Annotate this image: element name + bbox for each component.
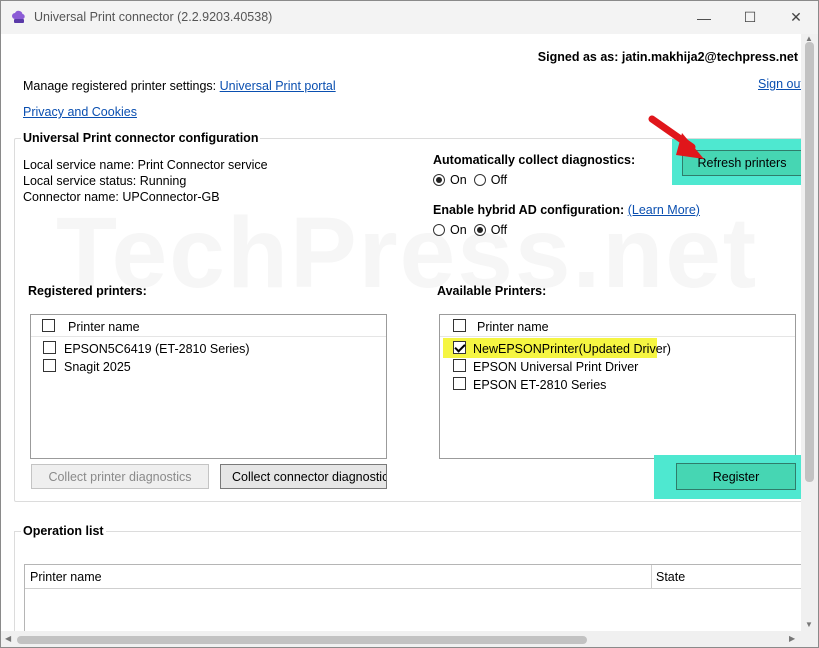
operation-column-state[interactable]: State [656, 570, 685, 584]
available-select-all-checkbox[interactable] [453, 319, 466, 332]
configuration-title: Universal Print connector configuration [21, 131, 261, 145]
hybrid-ad-label: Enable hybrid AD configuration: (Learn M… [433, 203, 700, 217]
title-bar[interactable]: Universal Print connector (2.2.9203.4053… [1, 1, 818, 34]
close-icon: ✕ [790, 9, 802, 25]
local-service-status: Local service status: Running [23, 174, 187, 188]
minimize-icon: — [697, 9, 711, 26]
registered-printers-title: Registered printers: [28, 284, 147, 298]
connector-name: Connector name: UPConnector-GB [23, 190, 220, 204]
registered-item-checkbox[interactable] [43, 341, 56, 354]
available-column-header: Printer name [477, 320, 549, 334]
hybrid-radio-group: On Off [433, 223, 514, 237]
minimize-button[interactable]: — [681, 1, 727, 34]
available-item-name: NewEPSONPrinter(Updated Driver) [473, 342, 671, 356]
available-item-checkbox[interactable] [453, 377, 466, 390]
available-item-name: EPSON Universal Print Driver [473, 360, 639, 374]
collect-connector-diagnostics-button[interactable]: Collect connector diagnostics [220, 464, 387, 489]
manage-settings-label: Manage registered printer settings: [23, 79, 220, 93]
horizontal-scroll-thumb[interactable] [17, 636, 587, 644]
universal-print-portal-link[interactable]: Universal Print portal [220, 79, 336, 93]
cloud-printer-icon [12, 10, 25, 23]
operation-column-printer-name[interactable]: Printer name [30, 570, 102, 584]
local-service-name: Local service name: Print Connector serv… [23, 158, 268, 172]
red-arrow-annotation [648, 115, 704, 159]
registered-select-all-checkbox[interactable] [42, 319, 55, 332]
register-button[interactable]: Register [676, 463, 796, 490]
available-item-checkbox[interactable] [453, 341, 466, 354]
operation-list-header: Printer name State [25, 565, 801, 589]
learn-more-link[interactable]: (Learn More) [628, 203, 700, 217]
manage-settings-row: Manage registered printer settings: Univ… [23, 79, 336, 93]
collect-printer-diagnostics-button[interactable]: Collect printer diagnostics [31, 464, 209, 489]
hybrid-on-radio[interactable] [433, 224, 445, 236]
maximize-icon: ☐ [743, 9, 757, 25]
privacy-cookies-link[interactable]: Privacy and Cookies [23, 105, 137, 119]
diagnostics-off-label: Off [490, 173, 508, 187]
hybrid-off-label: Off [490, 223, 508, 237]
available-printers-list[interactable]: Printer name NewEPSONPrinter(Updated Dri… [439, 314, 796, 459]
hybrid-off-radio[interactable] [473, 224, 486, 236]
hybrid-on-label: On [450, 223, 467, 237]
column-divider[interactable] [651, 565, 652, 589]
registered-column-header: Printer name [68, 320, 140, 334]
registered-item-checkbox[interactable] [43, 359, 56, 372]
vertical-scrollbar[interactable]: ▲ ▼ [801, 34, 818, 631]
available-item-checkbox[interactable] [453, 359, 466, 372]
registered-list-header: Printer name [31, 315, 386, 337]
diagnostics-on-label: On [450, 173, 467, 187]
diagnostics-on-radio[interactable] [433, 174, 445, 186]
maximize-button[interactable]: ☐ [727, 1, 773, 34]
available-list-header: Printer name [440, 315, 795, 337]
signed-in-text: Signed as as: jatin.makhija2@techpress.n… [537, 50, 798, 64]
vertical-scroll-thumb[interactable] [805, 42, 814, 482]
diagnostics-off-radio[interactable] [473, 174, 486, 186]
close-button[interactable]: ✕ [773, 1, 818, 34]
available-item-name: EPSON ET-2810 Series [473, 378, 607, 392]
horizontal-scrollbar[interactable]: ◀ ▶ [1, 631, 801, 647]
scroll-left-icon[interactable]: ◀ [5, 634, 11, 643]
app-window: Universal Print connector (2.2.9203.4053… [0, 0, 819, 648]
hybrid-ad-text: Enable hybrid AD configuration: [433, 203, 625, 217]
registered-printers-list[interactable]: Printer name EPSON5C6419 (ET-2810 Series… [30, 314, 387, 459]
diagnostics-radio-group: On Off [433, 173, 514, 187]
operation-list-title: Operation list [21, 524, 106, 538]
registered-item-name: EPSON5C6419 (ET-2810 Series) [64, 342, 250, 356]
diagnostics-label: Automatically collect diagnostics: [433, 153, 636, 167]
available-printers-title: Available Printers: [437, 284, 547, 298]
sign-out-link[interactable]: Sign out [758, 77, 804, 91]
registered-item-name: Snagit 2025 [64, 360, 131, 374]
window-title: Universal Print connector (2.2.9203.4053… [34, 10, 273, 24]
scroll-right-icon[interactable]: ▶ [789, 634, 795, 643]
scroll-down-icon[interactable]: ▼ [805, 620, 813, 629]
scroll-corner [801, 631, 818, 647]
